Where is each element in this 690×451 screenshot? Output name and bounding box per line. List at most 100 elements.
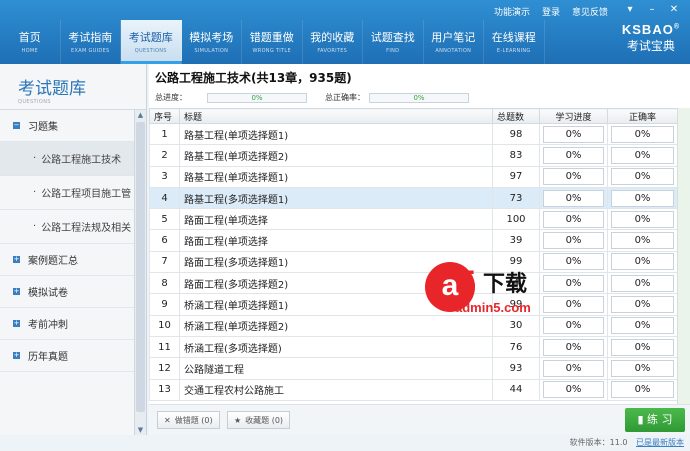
nav-tab-1[interactable]: 考试指南 EXAM GUIDES xyxy=(61,20,121,64)
nav-tab-sublabel: WRONG TITLE xyxy=(252,48,291,54)
table-row[interactable]: 7 路面工程(多项选择题1) 99 0% 0% xyxy=(149,250,678,274)
sidebar-subtitle: QUESTIONS xyxy=(18,99,51,105)
row-total: 93 xyxy=(492,357,540,380)
sidebar-title: 考试题库 xyxy=(18,79,86,99)
row-total: 76 xyxy=(492,335,540,359)
row-title: 路基工程(单项选择题2) xyxy=(179,144,493,167)
table-row[interactable]: 6 路面工程(单项选择 39 0% 0% xyxy=(149,229,678,252)
sidebar-group-4[interactable]: + 历年真题 xyxy=(0,340,135,372)
col-total: 总题数 xyxy=(492,108,540,124)
bullet-icon: · xyxy=(33,153,37,164)
row-title: 路面工程(单项选择 xyxy=(179,229,493,252)
table-row[interactable]: 11 桥涵工程(多项选择题) 76 0% 0% xyxy=(149,335,678,359)
table-row[interactable]: 1 路基工程(单项选择题1) 98 0% 0% xyxy=(149,122,678,146)
sidebar-group-1[interactable]: + 案例题汇总 xyxy=(0,244,135,276)
table-row[interactable]: 2 路基工程(单项选择题2) 83 0% 0% xyxy=(149,144,678,167)
sidebar-group-2[interactable]: + 模拟试卷 xyxy=(0,276,135,308)
row-number: 8 xyxy=(149,272,180,295)
sidebar-subitem-1[interactable]: · 公路工程项目施工管 xyxy=(0,176,135,210)
sidebar-subitem-0[interactable]: · 公路工程施工技术 xyxy=(0,142,135,176)
table-row[interactable]: 10 桥涵工程(单项选择题2) 30 0% 0% xyxy=(149,314,678,337)
watermark-five: 5 xyxy=(457,264,476,302)
nav-tab-sublabel: E-LEARNING xyxy=(496,48,531,54)
nav-tab-6[interactable]: 试题查找 FIND xyxy=(363,20,424,64)
scroll-down-icon[interactable]: ▼ xyxy=(135,426,146,434)
table-row[interactable]: 3 路基工程(单项选择题1) 97 0% 0% xyxy=(149,165,678,188)
table-scrollbar[interactable] xyxy=(677,108,690,404)
minus-icon: − xyxy=(13,121,20,129)
row-accuracy-value: 0% xyxy=(611,359,674,377)
row-number: 7 xyxy=(149,250,180,274)
ksbao-logo: KSBAO® 考试宝典 xyxy=(621,22,680,53)
menu-dropdown-icon[interactable]: ▾ xyxy=(620,3,640,17)
window-controls: ▾ – ✕ xyxy=(620,3,684,17)
scroll-up-icon[interactable]: ▲ xyxy=(135,111,146,119)
nav-tab-8[interactable]: 在线课程 E-LEARNING xyxy=(484,20,545,64)
nav-tab-4[interactable]: 错题重做 WRONG TITLE xyxy=(242,20,303,64)
row-number: 2 xyxy=(149,144,180,167)
sidebar-subitem-2[interactable]: · 公路工程法规及相关 xyxy=(0,210,135,244)
table-row[interactable]: 13 交通工程农村公路施工 44 0% 0% xyxy=(149,378,678,401)
row-accuracy-value: 0% xyxy=(611,317,674,335)
plus-icon: + xyxy=(13,255,20,263)
nav-tab-sublabel: SIMULATION xyxy=(194,48,229,54)
sidebar-scrollbar[interactable]: ▲ ▼ xyxy=(134,110,146,435)
table-row[interactable]: 5 路面工程(单项选择 100 0% 0% xyxy=(149,208,678,231)
row-number: 13 xyxy=(149,378,180,401)
wrong-questions-button[interactable]: ✕ 做错题 (0) xyxy=(157,411,220,429)
row-accuracy: 0% xyxy=(607,229,678,252)
nav-tab-3[interactable]: 模拟考场 SIMULATION xyxy=(182,20,242,64)
minimize-icon[interactable]: – xyxy=(642,3,662,17)
table-row[interactable]: 8 路面工程(多项选择题2) 4 0% 0% xyxy=(149,272,678,295)
nav-tab-sublabel: QUESTIONS xyxy=(134,48,167,54)
progress-summary: 总进度： 0% 总正确率： 0% xyxy=(155,92,469,103)
table-row[interactable]: 4 路基工程(多项选择题1) 73 0% 0% xyxy=(149,186,678,210)
row-progress: 0% xyxy=(539,208,608,231)
row-progress-value: 0% xyxy=(543,168,604,186)
scroll-thumb[interactable] xyxy=(136,122,145,412)
table-header: 序号 标题 总题数 学习进度 正确率 xyxy=(149,108,678,124)
sidebar-group-label: 历年真题 xyxy=(28,352,68,363)
chapter-table: 序号 标题 总题数 学习进度 正确率 1 路基工程(单项选择题1) 98 0% 0% 2 路… xyxy=(149,108,678,401)
row-total: 44 xyxy=(492,378,540,401)
nav-tab-sublabel: EXAM GUIDES xyxy=(71,48,110,54)
nav-tab-2[interactable]: 考试题库 QUESTIONS xyxy=(121,20,182,64)
update-link[interactable]: 已是最新版本 xyxy=(636,438,684,447)
nav-tab-label: 模拟考场 xyxy=(189,31,234,44)
favorites-button[interactable]: ★ 收藏题 (0) xyxy=(227,411,291,429)
nav-tab-label: 试题查找 xyxy=(370,31,415,44)
sidebar-group-0[interactable]: − 习题集 xyxy=(0,110,135,142)
page-title: 公路工程施工技术(共13章，935题) xyxy=(155,71,352,85)
star-icon: ★ xyxy=(234,415,242,425)
nav-tab-5[interactable]: 我的收藏 FAVORITES xyxy=(303,20,363,64)
nav-tab-0[interactable]: 首页 HOME xyxy=(0,20,61,64)
feedback-link[interactable]: 意见反馈 xyxy=(572,5,608,18)
watermark-download: 下载 xyxy=(483,272,528,297)
row-progress: 0% xyxy=(539,165,608,188)
row-accuracy-value: 0% xyxy=(611,232,674,250)
col-accuracy: 正确率 xyxy=(607,108,678,124)
total-progress-label: 总进度： xyxy=(155,93,187,102)
row-title: 路基工程(多项选择题1) xyxy=(179,186,493,210)
row-accuracy-value: 0% xyxy=(611,381,674,399)
row-accuracy: 0% xyxy=(607,250,678,274)
row-accuracy: 0% xyxy=(607,293,678,316)
plus-icon: + xyxy=(13,287,20,295)
demo-link[interactable]: 功能演示 xyxy=(494,5,530,18)
login-link[interactable]: 登录 xyxy=(542,5,560,18)
close-icon[interactable]: ✕ xyxy=(664,3,684,17)
row-title: 路基工程(单项选择题1) xyxy=(179,165,493,188)
practice-button[interactable]: ▮ 练 习 xyxy=(625,408,685,432)
sidebar-group-3[interactable]: + 考前冲刺 xyxy=(0,308,135,340)
table-row[interactable]: 12 公路隧道工程 93 0% 0% xyxy=(149,357,678,380)
main-panel: 公路工程施工技术(共13章，935题) 总进度： 0% 总正确率： 0% 序号 … xyxy=(149,64,690,435)
nav-tab-label: 考试题库 xyxy=(128,31,173,44)
row-accuracy-value: 0% xyxy=(611,274,674,292)
sidebar-menu: − 习题集 · 公路工程施工技术 · 公路工程项目施工管 · 公路工程法规及相关 + 案例题汇总 +… xyxy=(0,110,135,372)
table-row[interactable]: 9 桥涵工程(单项选择题1) 99 0% 0% xyxy=(149,293,678,316)
bullet-icon: · xyxy=(33,221,37,232)
row-number: 11 xyxy=(149,335,180,359)
row-progress-value: 0% xyxy=(543,232,604,250)
nav-tab-7[interactable]: 用户笔记 ANNOTATION xyxy=(424,20,484,64)
main-nav: 首页 HOME 考试指南 EXAM GUIDES 考试题库 QUESTIONS 模拟考场 SI… xyxy=(0,20,545,64)
